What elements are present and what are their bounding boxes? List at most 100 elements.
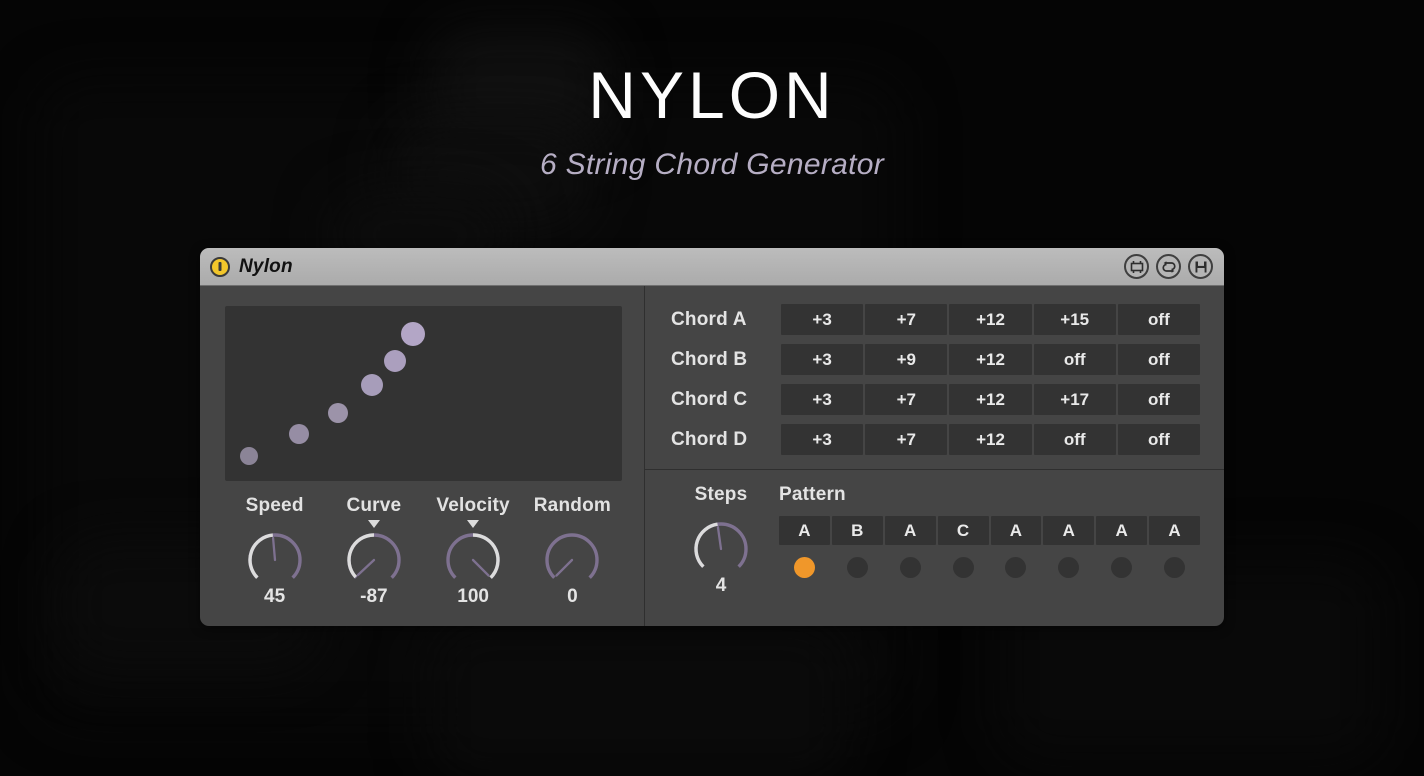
pattern-led-slot [885, 557, 936, 578]
pattern-step-cell[interactable]: A [990, 516, 1042, 545]
chord-interval-cell[interactable]: +3 [781, 344, 864, 375]
string-visualizer[interactable] [225, 306, 622, 481]
chord-row: Chord B +3 +9 +12 off off [671, 344, 1201, 375]
chord-cell-group: +3 +7 +12 off off [781, 424, 1201, 455]
power-icon[interactable] [210, 256, 230, 277]
right-pane: Chord A +3 +7 +12 +15 off Chord B +3 +9 +12 off off… [644, 286, 1224, 626]
pattern-section: Pattern ABACAAAA [767, 484, 1200, 626]
curve-knob-dial[interactable] [342, 529, 406, 591]
hot-swap-icon[interactable] [1156, 254, 1181, 279]
steps-knob[interactable]: Steps 4 [671, 484, 771, 597]
page-header: NYLON 6 String Chord Generator [0, 0, 1424, 182]
pattern-led [1164, 557, 1186, 578]
string-dot [401, 322, 425, 346]
chord-interval-cell[interactable]: +3 [781, 384, 864, 415]
speed-knob[interactable]: Speed 45 [225, 495, 324, 608]
pattern-step-row: ABACAAAA [779, 516, 1200, 545]
speed-knob-value: 45 [264, 586, 286, 607]
chord-interval-cell[interactable]: +12 [949, 424, 1032, 455]
curve-knob[interactable]: Curve -87 [324, 495, 423, 608]
velocity-knob-dial[interactable] [441, 529, 505, 591]
pattern-led [899, 557, 921, 578]
string-dot [328, 403, 348, 423]
pattern-step-cell[interactable]: A [1096, 516, 1148, 545]
speed-knob-dial[interactable] [243, 529, 307, 591]
chord-interval-cell[interactable]: +3 [781, 304, 864, 335]
pattern-step-cell[interactable]: A [884, 516, 936, 545]
pattern-step-cell[interactable]: A [1043, 516, 1095, 545]
pattern-led [1058, 557, 1080, 578]
sequencer-area: Steps 4 Pattern ABACAAAA [645, 470, 1224, 626]
chord-interval-cell[interactable]: +12 [949, 304, 1032, 335]
pattern-led [1005, 557, 1027, 578]
pattern-led-slot [832, 557, 883, 578]
chord-grid: Chord A +3 +7 +12 +15 off Chord B +3 +9 +12 off off… [645, 286, 1224, 470]
velocity-knob-label: Velocity [436, 495, 510, 516]
chord-row-label: Chord B [671, 348, 748, 370]
steps-knob-cell: Steps 4 [671, 484, 767, 626]
pattern-led-row [779, 557, 1200, 578]
pattern-led-slot [938, 557, 989, 578]
knob-center-marker-icon [467, 520, 480, 528]
curve-knob-value: -87 [360, 586, 388, 607]
titlebar-icon-group [1124, 254, 1213, 279]
chord-interval-cell[interactable]: off [1117, 384, 1201, 415]
chord-interval-cell[interactable]: +7 [865, 304, 948, 335]
pattern-step-cell[interactable]: A [779, 516, 830, 545]
chord-interval-cell[interactable]: off [1117, 304, 1201, 335]
device-titlebar: Nylon [200, 248, 1224, 286]
chord-row-label: Chord A [671, 308, 747, 330]
chord-interval-cell[interactable]: +7 [865, 384, 948, 415]
chord-cell-group: +3 +9 +12 off off [781, 344, 1201, 375]
chord-row-label: Chord C [671, 388, 748, 410]
chord-interval-cell[interactable]: +7 [865, 424, 948, 455]
pattern-step-cell[interactable]: A [1149, 516, 1200, 545]
pattern-label: Pattern [779, 484, 846, 505]
string-dot [289, 424, 309, 444]
speed-knob-label: Speed [245, 495, 304, 516]
steps-knob-label: Steps [694, 484, 748, 505]
random-knob-label: Random [533, 495, 611, 516]
string-dot [240, 447, 258, 465]
pattern-led-slot [1043, 557, 1094, 578]
pattern-led-slot [1149, 557, 1200, 578]
pattern-led [952, 557, 974, 578]
curve-knob-label: Curve [346, 495, 402, 516]
random-knob[interactable]: Random 0 [523, 495, 622, 608]
chord-interval-cell[interactable]: off [1033, 424, 1116, 455]
nylon-device-panel: Nylon Speed 45 Curve -87 Velocity 100 Ra… [200, 248, 1224, 626]
chord-interval-cell[interactable]: off [1117, 424, 1201, 455]
chord-row-label: Chord D [671, 428, 748, 450]
velocity-knob[interactable]: Velocity 100 [424, 495, 523, 608]
device-body: Speed 45 Curve -87 Velocity 100 Random 0 Ch… [200, 286, 1224, 626]
device-title: Nylon [239, 255, 293, 277]
fold-device-icon[interactable] [1124, 254, 1149, 279]
random-knob-dial[interactable] [540, 529, 604, 591]
chord-interval-cell[interactable]: +12 [949, 384, 1032, 415]
random-knob-value: 0 [567, 586, 578, 607]
chord-row: Chord A +3 +7 +12 +15 off [671, 304, 1201, 335]
chord-interval-cell[interactable]: +17 [1033, 384, 1116, 415]
steps-knob-dial[interactable] [689, 518, 753, 580]
chord-row: Chord D +3 +7 +12 off off [671, 424, 1201, 455]
knob-row: Speed 45 Curve -87 Velocity 100 Random 0 [225, 495, 622, 608]
chord-interval-cell[interactable]: off [1117, 344, 1201, 375]
pattern-led-slot [1096, 557, 1147, 578]
left-pane: Speed 45 Curve -87 Velocity 100 Random 0 [200, 286, 644, 626]
pattern-step-cell[interactable]: B [831, 516, 883, 545]
save-preset-icon[interactable] [1188, 254, 1213, 279]
steps-knob-value: 4 [715, 575, 727, 596]
chord-interval-cell[interactable]: +15 [1033, 304, 1116, 335]
string-dot [384, 350, 406, 372]
chord-cell-group: +3 +7 +12 +17 off [781, 384, 1201, 415]
chord-row: Chord C +3 +7 +12 +17 off [671, 384, 1201, 415]
chord-interval-cell[interactable]: +3 [781, 424, 864, 455]
chord-interval-cell[interactable]: +9 [865, 344, 948, 375]
chord-cell-group: +3 +7 +12 +15 off [781, 304, 1201, 335]
knob-center-marker-icon [367, 520, 380, 528]
pattern-step-cell[interactable]: C [937, 516, 989, 545]
pattern-led-active [793, 557, 815, 578]
velocity-knob-value: 100 [457, 586, 489, 607]
chord-interval-cell[interactable]: off [1033, 344, 1116, 375]
chord-interval-cell[interactable]: +12 [949, 344, 1032, 375]
